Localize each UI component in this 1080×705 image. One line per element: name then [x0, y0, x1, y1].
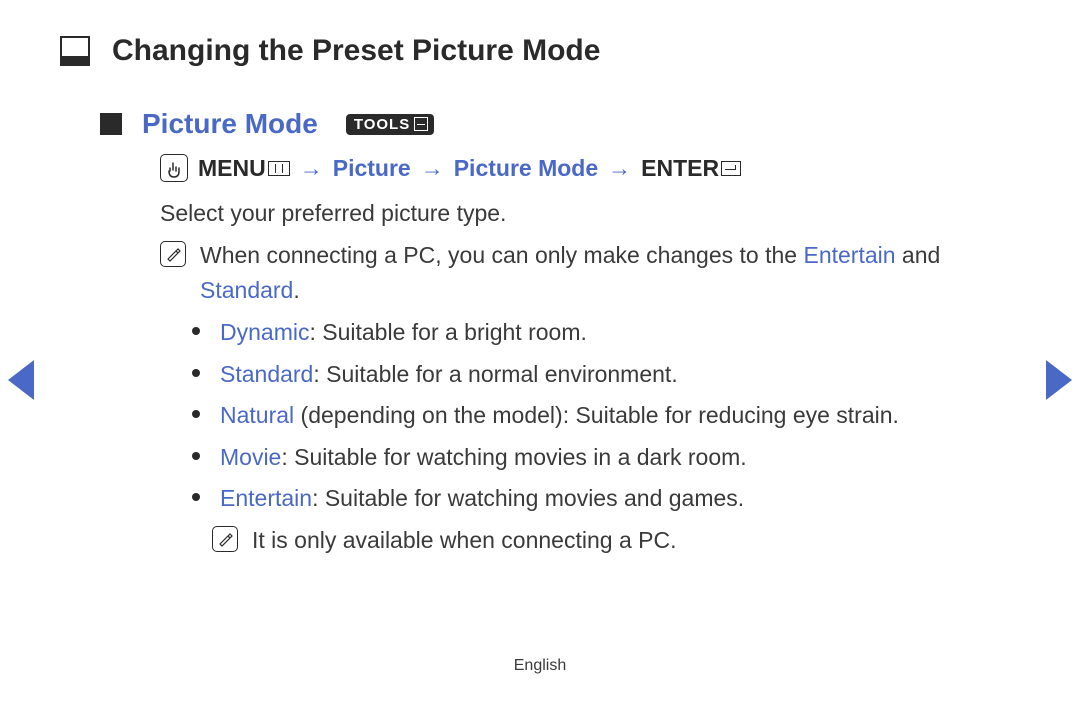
- entertain-sub-note: It is only available when connecting a P…: [212, 523, 1020, 559]
- note-icon: [160, 241, 186, 267]
- mode-extra: (depending on the model): [294, 402, 563, 428]
- list-item: Dynamic: Suitable for a bright room.: [200, 315, 1020, 351]
- list-item: Natural (depending on the model): Suitab…: [200, 398, 1020, 434]
- mode-name: Natural: [220, 402, 294, 428]
- section-title: Picture Mode: [142, 108, 318, 140]
- square-bullet-icon: [100, 113, 122, 135]
- chapter-title-text: Changing the Preset Picture Mode: [112, 34, 600, 68]
- pc-note: When connecting a PC, you can only make …: [160, 238, 1020, 309]
- keyword-standard: Standard: [200, 277, 293, 303]
- menu-path: MENU → Picture → Picture Mode → ENTER: [160, 154, 1020, 182]
- mode-desc: : Suitable for reducing eye strain.: [563, 402, 899, 428]
- sub-note-text: It is only available when connecting a P…: [252, 523, 676, 559]
- mode-name: Entertain: [220, 485, 312, 511]
- menu-grid-icon: [268, 161, 290, 176]
- section-header: Picture Mode TOOLS: [100, 108, 1020, 140]
- enter-label: ENTER: [641, 155, 741, 182]
- chapter-marker-icon: [60, 36, 90, 66]
- list-item: Movie: Suitable for watching movies in a…: [200, 440, 1020, 476]
- chapter-title: Changing the Preset Picture Mode: [60, 34, 1020, 68]
- path-picture: Picture: [333, 155, 411, 182]
- next-page-button[interactable]: [1046, 360, 1072, 400]
- hand-press-icon: [160, 154, 188, 182]
- intro-text: Select your preferred picture type.: [160, 196, 1020, 232]
- tools-badge-label: TOOLS: [354, 116, 410, 133]
- tools-badge: TOOLS: [346, 114, 434, 135]
- arrow-icon: →: [421, 155, 444, 182]
- tools-badge-icon: [414, 117, 428, 131]
- keyword-entertain: Entertain: [803, 242, 895, 268]
- enter-key-icon: [721, 161, 741, 176]
- mode-desc: : Suitable for watching movies and games…: [312, 485, 744, 511]
- mode-name: Standard: [220, 361, 313, 387]
- arrow-icon: →: [608, 155, 631, 182]
- mode-desc: : Suitable for a normal environment.: [313, 361, 677, 387]
- list-item: Entertain: Suitable for watching movies …: [200, 481, 1020, 517]
- arrow-icon: →: [300, 155, 323, 182]
- pc-note-text: When connecting a PC, you can only make …: [200, 238, 1020, 309]
- mode-desc: : Suitable for watching movies in a dark…: [281, 444, 746, 470]
- list-item: Standard: Suitable for a normal environm…: [200, 357, 1020, 393]
- mode-name: Movie: [220, 444, 281, 470]
- note-icon: [212, 526, 238, 552]
- mode-desc: : Suitable for a bright room.: [309, 319, 586, 345]
- path-picture-mode: Picture Mode: [454, 155, 598, 182]
- modes-list: Dynamic: Suitable for a bright room. Sta…: [160, 315, 1020, 517]
- mode-name: Dynamic: [220, 319, 309, 345]
- footer-language: English: [0, 657, 1080, 675]
- prev-page-button[interactable]: [8, 360, 34, 400]
- menu-label: MENU: [198, 155, 290, 182]
